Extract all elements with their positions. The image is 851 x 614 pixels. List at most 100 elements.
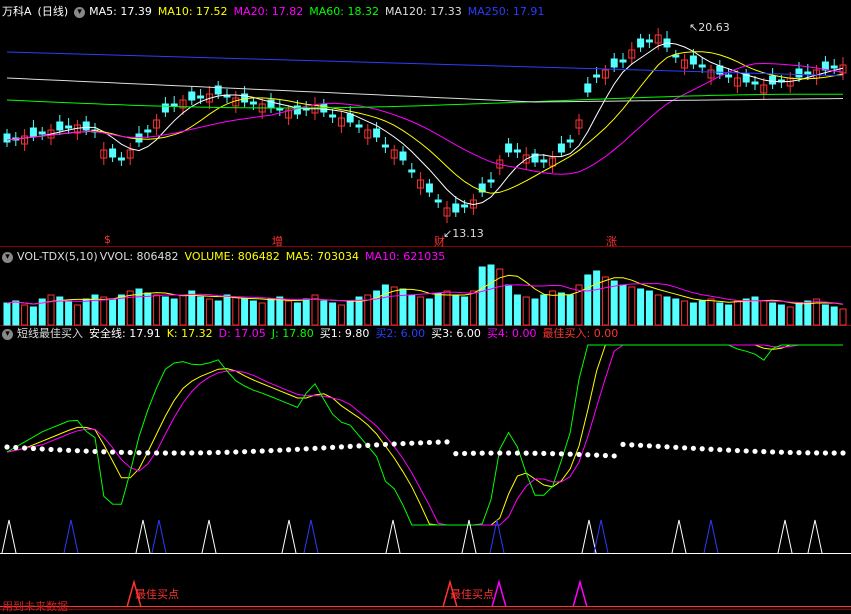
volume-bar	[452, 294, 460, 326]
event-mark-rise[interactable]: 涨	[606, 233, 617, 249]
volume-bar	[223, 294, 231, 326]
volume-bar	[258, 302, 266, 326]
candle-body	[161, 103, 169, 113]
buy-signal-triangle	[135, 519, 151, 554]
volume-bar	[522, 296, 530, 326]
ma60-line	[6, 93, 844, 109]
candle-body	[425, 183, 433, 193]
event-mark-finance[interactable]: 财	[434, 233, 445, 249]
volume-bar	[839, 308, 847, 326]
candle-body	[769, 75, 777, 85]
safety-line-dot	[576, 451, 582, 458]
volume-bar	[610, 280, 618, 326]
safety-line-dot	[822, 450, 829, 456]
candle-body	[109, 148, 117, 158]
volume-bar	[804, 300, 812, 326]
safety-line-dot	[682, 445, 688, 451]
candle-body	[795, 68, 803, 78]
buy-signal-triangle	[581, 519, 597, 554]
candle-body	[513, 149, 521, 153]
safety-line-dot	[673, 444, 679, 450]
volume-bar	[786, 306, 794, 326]
volume-bar	[434, 292, 442, 326]
volume-bar	[742, 298, 750, 326]
event-mark-increase[interactable]: 增	[272, 233, 283, 249]
volume-bar	[505, 284, 513, 326]
volume-bar	[672, 298, 680, 326]
volume-bar	[346, 300, 354, 326]
safety-line-dot	[83, 448, 89, 454]
volume-bar	[557, 292, 565, 326]
low-price-label: ↙13.13	[443, 227, 484, 240]
safety-line-dot	[655, 443, 661, 449]
safety-line-dot	[118, 449, 124, 455]
safety-line-dot	[541, 450, 547, 457]
candle-body	[408, 169, 416, 173]
candle-body	[373, 128, 381, 138]
volume-bar	[267, 298, 275, 326]
future-data-note: 用到未来数据	[2, 600, 68, 613]
candle-body	[584, 83, 592, 93]
safety-line-dot	[611, 453, 617, 459]
candle-body	[188, 91, 196, 101]
volume-bar	[390, 286, 398, 326]
volume-bar	[302, 298, 310, 326]
volume-bar	[179, 294, 187, 326]
safety-line-dot	[242, 449, 248, 455]
volume-bar	[707, 298, 715, 326]
volume-bar	[698, 300, 706, 326]
stock-chart[interactable]	[0, 0, 851, 614]
safety-line-dot	[734, 447, 741, 454]
candle-body	[689, 55, 697, 65]
volume-bar	[249, 300, 257, 326]
safety-line-dot	[312, 445, 318, 451]
safety-line-dot	[629, 442, 635, 448]
volume-bar	[293, 302, 301, 326]
safety-line-dot	[708, 446, 714, 452]
volume-bar	[681, 300, 689, 326]
best-buy-label: 最佳买点	[450, 588, 494, 601]
safety-line-dot	[224, 449, 230, 455]
safety-line-dot	[550, 451, 556, 457]
buy-signal-triangle	[385, 519, 401, 554]
volume-bar	[821, 304, 829, 326]
volume-bar	[830, 306, 838, 326]
volume-bar	[487, 264, 495, 326]
safety-line-dot	[796, 450, 802, 456]
safety-line-dot	[787, 449, 793, 456]
candle-body	[593, 74, 601, 78]
safety-line-dot	[532, 450, 538, 456]
volume-bar	[760, 300, 768, 326]
candle-body	[82, 121, 90, 131]
d-line	[6, 344, 843, 526]
candle-body	[804, 71, 812, 75]
safety-line-dot	[426, 439, 432, 446]
volume-bar	[232, 296, 240, 326]
candle-body	[38, 131, 46, 135]
safety-line-dot	[13, 444, 19, 451]
safety-line-dot	[726, 447, 732, 453]
volume-bar	[601, 276, 609, 326]
ma250-line	[6, 51, 844, 77]
safety-line-dot	[356, 443, 362, 449]
event-mark-dividend[interactable]: $	[104, 233, 111, 246]
candle-body	[29, 127, 37, 137]
volume-bar	[117, 294, 125, 326]
safety-line-dot	[435, 439, 441, 445]
buy-signal-triangle	[807, 519, 823, 554]
safety-line-dot	[805, 450, 811, 456]
safety-line-dot	[154, 450, 160, 456]
buy-signal-triangle	[281, 519, 297, 554]
volume-bar	[329, 302, 337, 326]
candle-body	[197, 95, 205, 99]
safety-line-dot	[136, 450, 142, 456]
safety-line-dot	[374, 442, 380, 448]
safety-line-dot	[585, 452, 591, 458]
candle-body	[505, 143, 513, 153]
candle-body	[540, 159, 548, 163]
safety-line-dot	[814, 450, 820, 456]
safety-line-dot	[250, 448, 256, 454]
volume-bar	[373, 290, 381, 326]
volume-bar	[197, 296, 205, 326]
safety-line-dot	[347, 443, 353, 449]
